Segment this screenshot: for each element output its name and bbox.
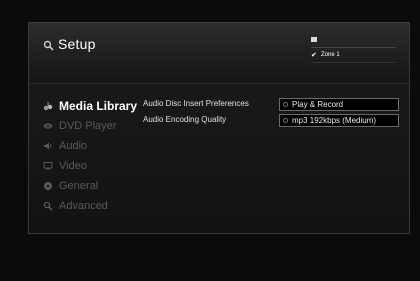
- header: Setup ✔ Zone 1: [29, 23, 409, 84]
- radio-icon: [283, 102, 288, 107]
- sidebar-item-advanced[interactable]: Advanced: [43, 196, 153, 216]
- sidebar-item-label: DVD Player: [59, 120, 117, 132]
- setting-row: Audio Encoding Quality mp3 192kbps (Medi…: [143, 114, 403, 130]
- sidebar-item-label: General: [59, 180, 99, 192]
- monitor-icon: [43, 161, 53, 171]
- setting-label-audio-encoding-quality: Audio Encoding Quality: [143, 115, 227, 124]
- checkmark-icon[interactable]: ✔: [311, 52, 318, 59]
- zone-selector[interactable]: ✔ Zone 1: [311, 37, 396, 65]
- sidebar-item-audio[interactable]: Audio: [43, 136, 153, 156]
- divider: [311, 62, 396, 63]
- sidebar-item-label: Video: [59, 160, 87, 172]
- select-value: Play & Record: [292, 100, 344, 109]
- sidebar-item-label: Advanced: [59, 200, 108, 212]
- radio-icon: [283, 118, 288, 123]
- sidebar-item-label: Media Library: [59, 99, 138, 113]
- music-notes-icon: [43, 101, 53, 111]
- sidebar-item-video[interactable]: Video: [43, 156, 153, 176]
- setting-row: Audio Disc Insert Preferences Play & Rec…: [143, 98, 403, 114]
- setup-panel: Setup ✔ Zone 1 Media Library DVD Player …: [28, 22, 410, 234]
- audio-encoding-quality-select[interactable]: mp3 192kbps (Medium): [279, 114, 399, 127]
- wrench-icon: [43, 201, 53, 211]
- sidebar: Media Library DVD Player Audio Video Gen…: [43, 96, 153, 216]
- select-value: mp3 192kbps (Medium): [292, 116, 377, 125]
- zone-label: Zone 1: [321, 52, 340, 58]
- sidebar-item-general[interactable]: General: [43, 176, 153, 196]
- setting-label-audio-disc-insert: Audio Disc Insert Preferences: [143, 99, 249, 108]
- zone-indicator: [311, 37, 317, 42]
- page-title: Setup: [58, 36, 96, 52]
- screen: Setup ✔ Zone 1 Media Library DVD Player …: [0, 0, 420, 281]
- disc-icon: [43, 121, 53, 131]
- search-icon: [43, 40, 55, 52]
- audio-disc-insert-select[interactable]: Play & Record: [279, 98, 399, 111]
- sidebar-item-media-library[interactable]: Media Library: [43, 96, 153, 116]
- sidebar-item-dvd-player[interactable]: DVD Player: [43, 116, 153, 136]
- settings-list: Audio Disc Insert Preferences Play & Rec…: [143, 98, 403, 130]
- circle-icon: [43, 181, 53, 191]
- sidebar-item-label: Audio: [59, 140, 88, 152]
- divider: [311, 47, 396, 48]
- speaker-icon: [43, 141, 53, 151]
